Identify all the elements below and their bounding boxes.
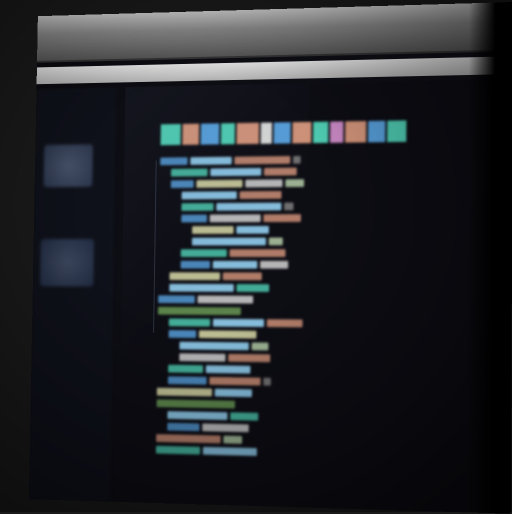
sidebar-thumbnail [40,239,94,287]
frame-shadow [466,2,512,514]
monitor-bezel [37,2,512,63]
code-panel [119,90,474,503]
sidebar-thumbnail [44,144,94,187]
code-body [156,154,473,465]
editor-viewport [29,79,512,514]
monitor-screen [29,2,512,514]
code-header-row [160,119,473,148]
editor-sidebar [29,87,116,501]
